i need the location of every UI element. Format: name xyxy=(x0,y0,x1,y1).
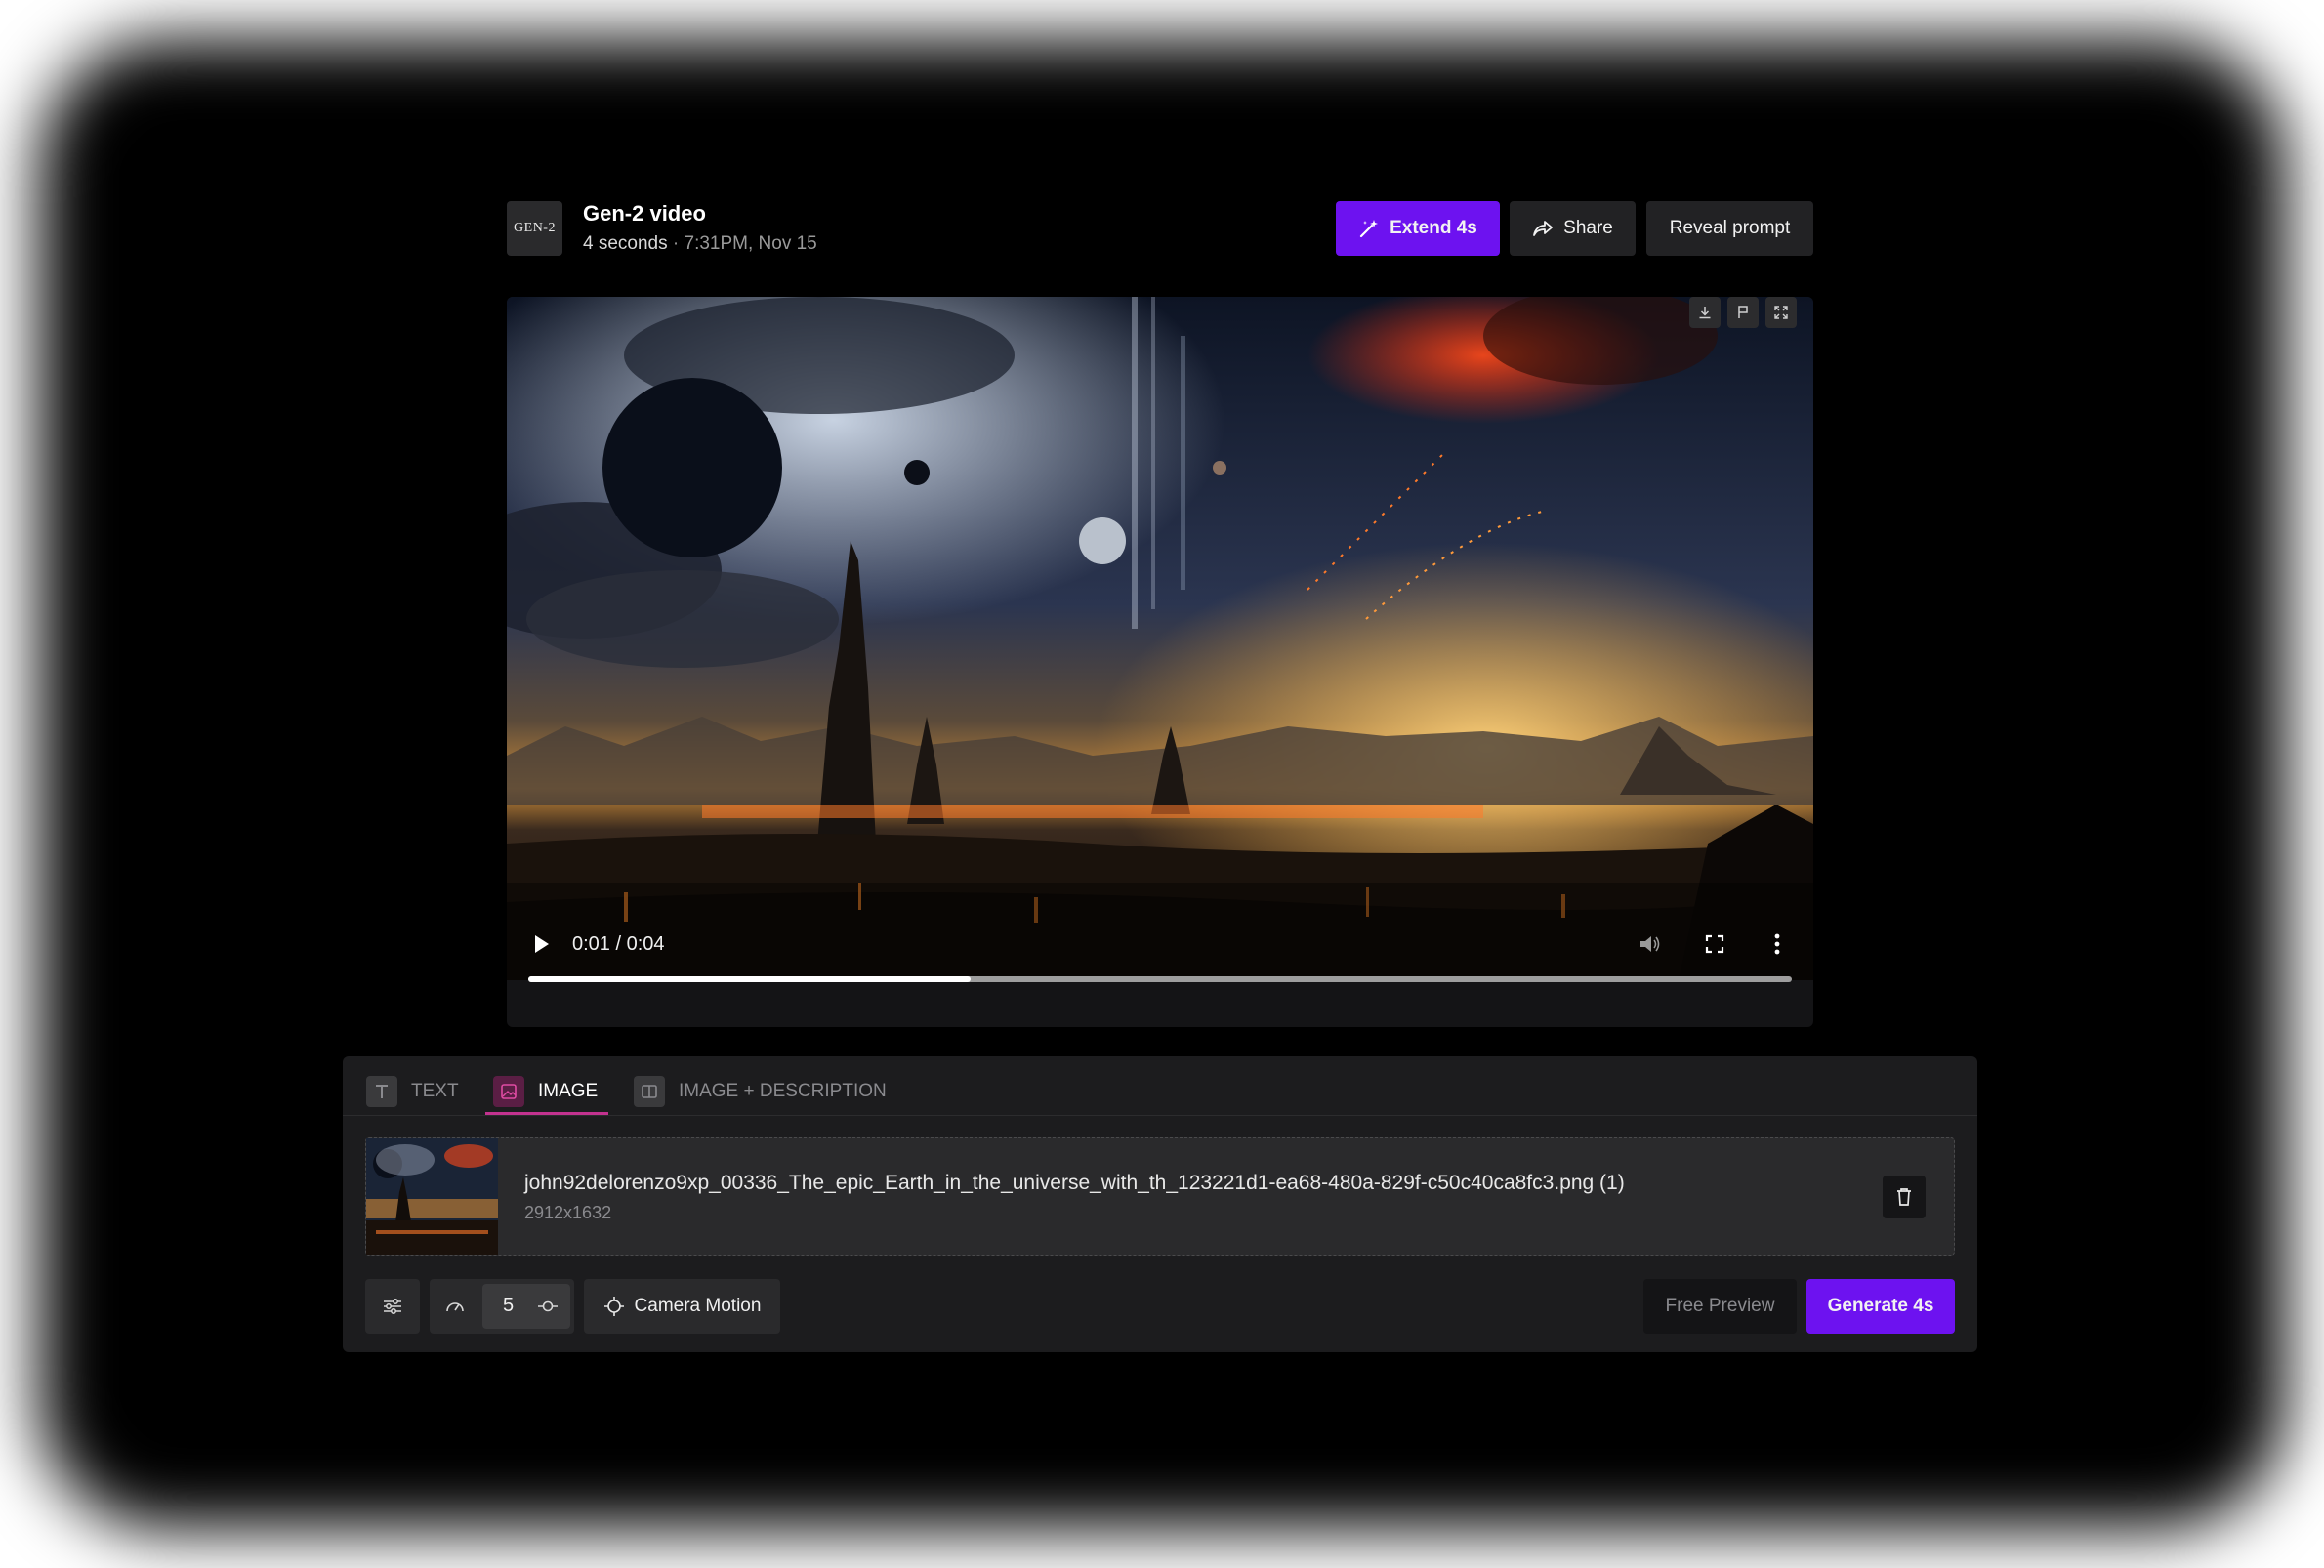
time-separator: / xyxy=(615,933,622,955)
free-preview-label: Free Preview xyxy=(1665,1296,1775,1316)
trash-icon xyxy=(1897,1188,1911,1206)
share-label: Share xyxy=(1563,218,1613,238)
video-progress-bar[interactable] xyxy=(528,976,1792,982)
tab-image-description[interactable]: IMAGE + DESCRIPTION xyxy=(634,1072,887,1111)
video-title: Gen-2 video xyxy=(583,201,706,226)
tab-text-label: TEXT xyxy=(411,1081,459,1101)
reveal-prompt-button[interactable]: Reveal prompt xyxy=(1646,201,1813,256)
video-player[interactable] xyxy=(507,297,1813,1027)
reveal-prompt-label: Reveal prompt xyxy=(1669,218,1791,238)
tab-text[interactable]: TEXT xyxy=(366,1072,459,1111)
split-icon xyxy=(634,1076,665,1107)
expand-icon[interactable] xyxy=(1765,297,1797,328)
tab-image-label: IMAGE xyxy=(538,1081,599,1101)
more-vertical-icon[interactable] xyxy=(1773,933,1781,955)
share-button[interactable]: Share xyxy=(1510,201,1636,256)
sliders-icon xyxy=(384,1299,401,1314)
camera-motion-button[interactable]: Camera Motion xyxy=(584,1279,780,1334)
motion-value: 5 xyxy=(503,1295,515,1316)
camera-motion-label: Camera Motion xyxy=(634,1296,762,1316)
settings-button[interactable] xyxy=(365,1279,420,1334)
play-icon[interactable] xyxy=(533,934,551,954)
tab-image[interactable]: IMAGE xyxy=(493,1072,598,1111)
generate-label: Generate 4s xyxy=(1827,1296,1934,1316)
fullscreen-icon[interactable] xyxy=(1705,934,1724,954)
file-dimensions: 2912x1632 xyxy=(524,1203,612,1222)
file-name: john92delorenzo9xp_00336_The_epic_Earth_… xyxy=(524,1172,1625,1194)
current-time: 0:01 xyxy=(572,933,610,955)
tab-image-description-label: IMAGE + DESCRIPTION xyxy=(679,1081,887,1101)
total-time: 0:04 xyxy=(626,933,665,955)
panel-divider xyxy=(343,1115,1977,1116)
delete-file-button[interactable] xyxy=(1883,1176,1926,1218)
share-icon xyxy=(1533,221,1554,236)
video-duration: 4 seconds xyxy=(583,233,668,254)
video-meta: 4 seconds · 7:31PM, Nov 15 xyxy=(583,233,817,255)
volume-icon[interactable] xyxy=(1639,933,1662,955)
video-timestamp: 7:31PM, Nov 15 xyxy=(684,233,817,254)
gen2-logo: GEN-2 xyxy=(507,201,562,256)
extend-label: Extend 4s xyxy=(1390,218,1477,238)
text-icon xyxy=(366,1076,397,1107)
download-icon[interactable] xyxy=(1689,297,1721,328)
video-progress-fill xyxy=(528,976,971,982)
speedometer-icon xyxy=(446,1302,464,1312)
meta-separator: · xyxy=(672,233,680,254)
uploaded-file-row[interactable] xyxy=(365,1137,1955,1256)
camera-motion-icon xyxy=(603,1297,624,1316)
magic-wand-icon xyxy=(1360,220,1379,238)
video-frame-image xyxy=(507,297,1813,980)
video-time: 0:01 / 0:04 xyxy=(572,933,665,956)
motion-slider-icon[interactable] xyxy=(537,1297,559,1316)
extend-button[interactable]: Extend 4s xyxy=(1336,201,1500,256)
flag-icon[interactable] xyxy=(1727,297,1759,328)
generate-button[interactable]: Generate 4s xyxy=(1806,1279,1955,1334)
uploaded-image-thumbnail xyxy=(366,1138,498,1255)
free-preview-button[interactable]: Free Preview xyxy=(1643,1279,1797,1334)
image-icon xyxy=(493,1076,524,1107)
